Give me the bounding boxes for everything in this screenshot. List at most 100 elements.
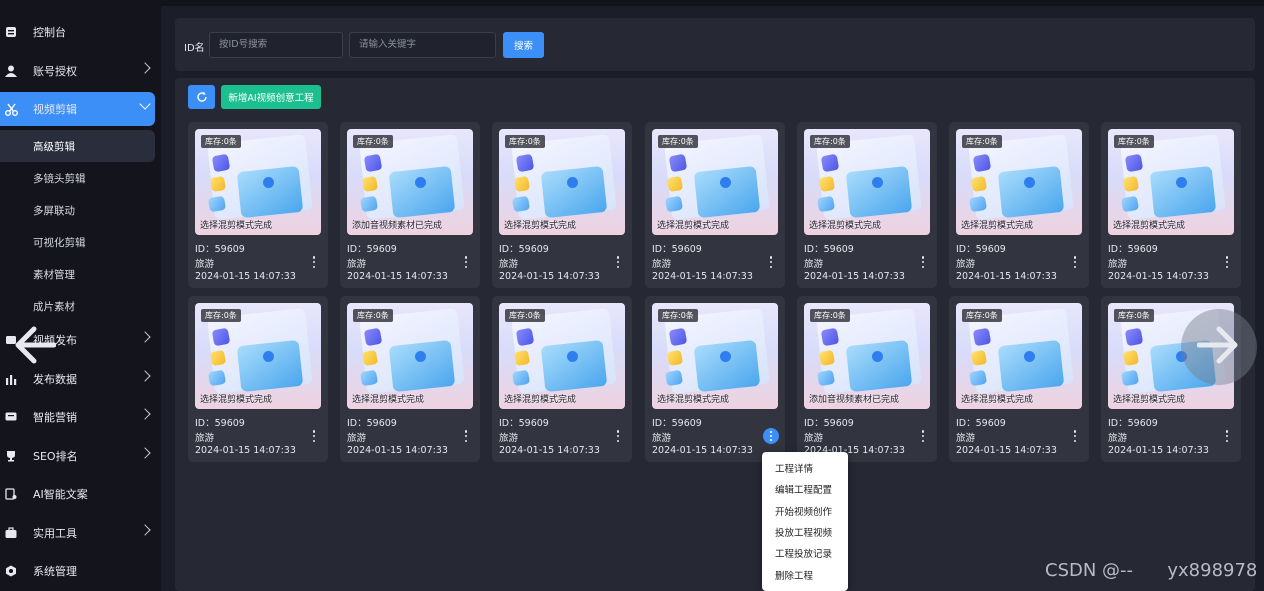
project-status: 添加音视频素材已完成: [352, 221, 443, 231]
project-card[interactable]: 库存:0条 添加音视频素材已完成 ID：59609 旅游 2024-01-15 14:0…: [797, 296, 937, 462]
project-status: 选择混剪模式完成: [961, 395, 1034, 405]
project-thumbnail[interactable]: 库存:0条 选择混剪模式完成: [1108, 129, 1234, 235]
refresh-button[interactable]: [188, 85, 215, 109]
thumb-dot-shape: [263, 351, 274, 362]
sidebar-item-account-auth[interactable]: 账号授权: [0, 54, 161, 88]
more-menu-icon[interactable]: [464, 256, 468, 268]
project-status: 选择混剪模式完成: [657, 221, 730, 231]
sidebar-sub-material-manage[interactable]: 素材管理: [0, 258, 155, 290]
menu-item-start-creation[interactable]: 开始视频创作: [775, 504, 832, 518]
id-search-input[interactable]: 按ID号搜索: [209, 32, 343, 58]
project-card[interactable]: 库存:0条 选择混剪模式完成 ID：59609 旅游 2024-01-15 14:07:…: [949, 296, 1089, 462]
more-menu-icon[interactable]: [769, 256, 773, 268]
project-card[interactable]: 库存:0条 选择混剪模式完成 ID：59609 旅游 2024-01-15 14:07:…: [492, 296, 632, 462]
more-menu-icon[interactable]: [921, 256, 925, 268]
sidebar-item-label: 账号授权: [33, 65, 77, 78]
thumb-image-shape: [845, 165, 913, 219]
watermark: CSDN @-- yx898978: [1045, 560, 1258, 581]
project-thumbnail[interactable]: 库存:0条 选择混剪模式完成: [956, 129, 1082, 235]
arrow-right-icon: [1196, 325, 1241, 369]
marketing-icon: [4, 410, 18, 424]
project-thumbnail[interactable]: 库存:0条 选择混剪模式完成: [804, 129, 930, 235]
project-card[interactable]: 库存:0条 选择混剪模式完成 ID：59609 旅游 2024-01-15 14:07:…: [188, 296, 328, 462]
more-menu-icon[interactable]: [1225, 256, 1229, 268]
project-thumbnail[interactable]: 库存:0条 添加音视频素材已完成: [804, 303, 930, 409]
keyword-search-input[interactable]: 请输入关键字: [349, 32, 496, 58]
project-category: 旅游: [956, 433, 976, 444]
sidebar-item-label: SEO排名: [33, 450, 78, 463]
project-time: 2024-01-15 14:07:33: [652, 271, 753, 282]
more-menu-icon[interactable]: [312, 256, 316, 268]
project-thumbnail[interactable]: 库存:0条 选择混剪模式完成: [499, 303, 625, 409]
project-thumbnail[interactable]: 库存:0条 选择混剪模式完成: [652, 129, 778, 235]
more-menu-icon[interactable]: [616, 430, 620, 442]
more-menu-icon[interactable]: [312, 430, 316, 442]
thumb-square-shape: [207, 369, 227, 387]
project-card[interactable]: 库存:0条 选择混剪模式完成 ID：59609 旅游 2024-01-15 14:07:…: [645, 296, 785, 462]
project-card[interactable]: 库存:0条 选择混剪模式完成 ID：59609 旅游 2024-01-15 14:07:…: [492, 122, 632, 288]
carousel-next-button[interactable]: [1181, 309, 1257, 385]
more-menu-icon[interactable]: [1225, 430, 1229, 442]
sidebar-item-utility-tools[interactable]: 实用工具: [0, 516, 161, 550]
sidebar-sub-advanced-edit[interactable]: 高级剪辑: [0, 130, 155, 162]
thumb-dot-shape: [872, 351, 883, 362]
more-menu-icon[interactable]: [464, 430, 468, 442]
chevron-right-icon: [139, 331, 151, 343]
project-thumbnail[interactable]: 库存:0条 选择混剪模式完成: [956, 303, 1082, 409]
project-id: ID：59609: [347, 244, 397, 255]
search-button[interactable]: 搜索: [503, 32, 544, 58]
project-status: 选择混剪模式完成: [1113, 221, 1186, 231]
project-thumbnail[interactable]: 库存:0条 选择混剪模式完成: [347, 303, 473, 409]
project-thumbnail[interactable]: 库存:0条 选择混剪模式完成: [652, 303, 778, 409]
project-card[interactable]: 库存:0条 选择混剪模式完成 ID：59609 旅游 2024-01-15 14:07:…: [188, 122, 328, 288]
top-bar: [161, 0, 1264, 6]
create-project-button[interactable]: 新增AI视频创意工程: [221, 85, 321, 109]
thumb-image-shape: [540, 165, 608, 219]
menu-item-edit-config[interactable]: 编辑工程配置: [775, 482, 832, 496]
more-menu-icon[interactable]: [921, 430, 925, 442]
menu-item-deliver-video[interactable]: 投放工程视频: [775, 525, 832, 539]
sidebar-item-label: 系统管理: [33, 565, 77, 578]
sidebar-item-dashboard[interactable]: 控制台: [0, 15, 161, 49]
thumb-image-shape: [693, 339, 761, 393]
project-thumbnail[interactable]: 库存:0条 选择混剪模式完成: [195, 303, 321, 409]
project-card[interactable]: 库存:0条 选择混剪模式完成 ID：59609 旅游 2024-01-15 14:07:…: [949, 122, 1089, 288]
thumb-square-shape: [363, 153, 383, 173]
project-thumbnail[interactable]: 库存:0条 选择混剪模式完成: [195, 129, 321, 235]
chevron-right-icon: [139, 524, 151, 536]
project-id: ID：59609: [195, 244, 245, 255]
stock-badge: 库存:0条: [353, 309, 393, 322]
id-filter-label: ID名: [184, 43, 205, 54]
thumb-square-shape: [968, 195, 988, 213]
sidebar-sub-multi-screen[interactable]: 多屏联动: [0, 194, 155, 226]
carousel-prev-button[interactable]: [6, 316, 62, 378]
project-card[interactable]: 库存:0条 选择混剪模式完成 ID：59609 旅游 2024-01-15 14:07:…: [645, 122, 785, 288]
project-card[interactable]: 库存:0条 选择混剪模式完成 ID：59609 旅游 2024-01-15 14:07:…: [797, 122, 937, 288]
project-card[interactable]: 库存:0条 选择混剪模式完成 ID：59609 旅游 2024-01-15 14:07:…: [1101, 122, 1241, 288]
thumb-square-shape: [972, 153, 992, 173]
more-menu-icon[interactable]: [763, 428, 779, 444]
sidebar-sub-visual-edit[interactable]: 可视化剪辑: [0, 226, 155, 258]
thumb-square-shape: [211, 327, 231, 347]
thumb-square-shape: [359, 195, 379, 213]
more-menu-icon[interactable]: [616, 256, 620, 268]
sidebar-item-system-manage[interactable]: 系统管理: [0, 554, 161, 588]
sidebar-item-smart-marketing[interactable]: 智能营销: [0, 400, 161, 434]
menu-item-project-detail[interactable]: 工程详情: [775, 461, 813, 475]
project-card[interactable]: 库存:0条 添加音视频素材已完成 ID：59609 旅游 2024-01-15 14:0…: [340, 122, 480, 288]
sidebar-item-ai-copywriting[interactable]: AI智能文案: [0, 477, 161, 511]
project-thumbnail[interactable]: 库存:0条 选择混剪模式完成: [499, 129, 625, 235]
sidebar-item-seo-rank[interactable]: SEO排名: [0, 439, 161, 473]
menu-item-delivery-record[interactable]: 工程投放记录: [775, 546, 832, 560]
sidebar-item-label: 实用工具: [33, 527, 77, 540]
sidebar-sub-label: 成片素材: [33, 300, 75, 313]
sidebar-sub-multi-camera[interactable]: 多镜头剪辑: [0, 162, 155, 194]
menu-item-delete-project[interactable]: 删除工程: [775, 568, 813, 582]
sidebar-item-video-edit[interactable]: 视频剪辑: [0, 92, 155, 126]
project-thumbnail[interactable]: 库存:0条 添加音视频素材已完成: [347, 129, 473, 235]
more-menu-icon[interactable]: [1073, 430, 1077, 442]
project-id: ID：59609: [195, 418, 245, 429]
more-menu-icon[interactable]: [1073, 256, 1077, 268]
project-card[interactable]: 库存:0条 选择混剪模式完成 ID：59609 旅游 2024-01-15 14:07:…: [340, 296, 480, 462]
thumb-square-shape: [1124, 327, 1144, 347]
